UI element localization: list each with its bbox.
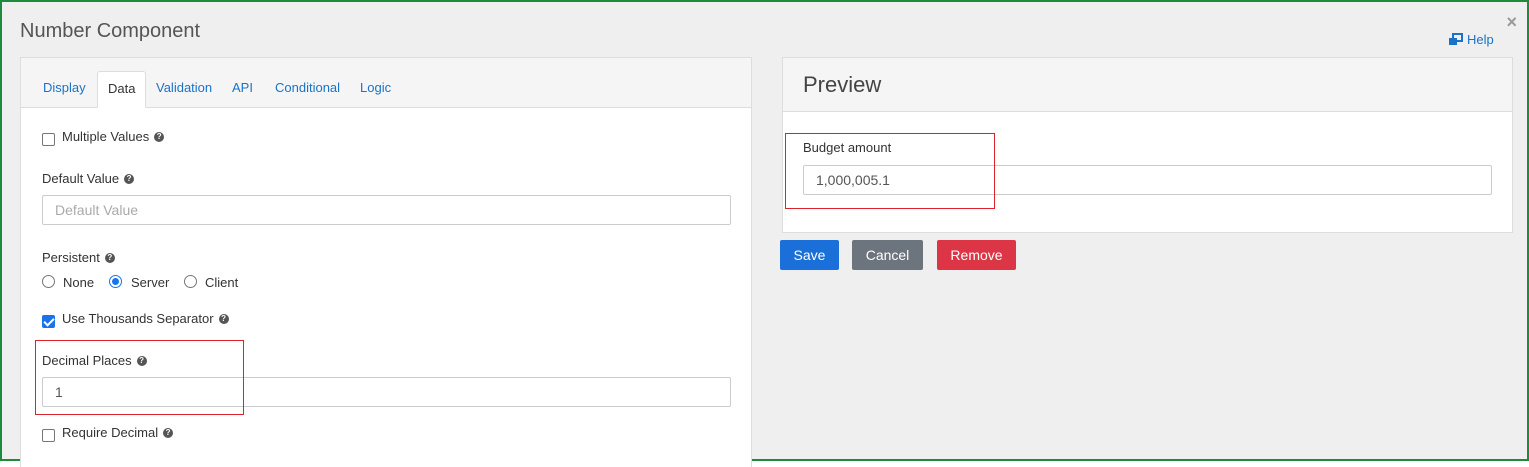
help-link[interactable]: Help [1448,32,1494,47]
persistent-none-label: None [63,275,95,290]
default-value-label: Default Value ? [42,171,135,186]
persistent-label: Persistent ? [42,250,115,265]
require-decimal-checkbox[interactable] [42,429,55,442]
persistent-client-radio[interactable] [184,275,197,288]
question-circle-icon: ? [218,313,229,324]
modal-frame: Number Component × Help Display Data Val… [0,0,1529,467]
tab-api[interactable]: API [222,71,263,108]
thousands-separator-label: Use Thousands Separator ? [62,311,229,326]
persistent-client-label: Client [205,275,239,290]
settings-panel: Display Data Validation API Conditional … [20,57,752,467]
budget-amount-highlight [785,133,995,209]
close-icon[interactable]: × [1506,12,1517,33]
preview-header: Preview [783,58,1512,112]
question-circle-icon: ? [124,173,135,184]
question-circle-icon: ? [163,427,174,438]
persistent-server-label: Server [131,275,170,290]
multiple-values-checkbox[interactable] [42,133,55,146]
require-decimal-label: Require Decimal ? [62,425,174,440]
remove-button[interactable]: Remove [937,240,1016,270]
persistent-none-radio[interactable] [42,275,55,288]
preview-panel: Preview Budget amount [782,57,1513,233]
multiple-values-label: Multiple Values ? [62,129,165,144]
modal-title: Number Component [20,20,201,42]
cancel-button[interactable]: Cancel [852,240,923,270]
tab-conditional[interactable]: Conditional [265,71,350,108]
preview-title: Preview [803,72,882,97]
tab-bar: Display Data Validation API Conditional … [21,58,751,108]
default-value-input[interactable] [42,195,731,225]
tab-validation[interactable]: Validation [146,71,222,108]
persistent-server-radio[interactable] [109,275,122,288]
decimal-places-highlight [35,340,244,415]
external-window-icon [1449,33,1463,45]
thousands-separator-checkbox[interactable] [42,315,55,328]
tab-logic[interactable]: Logic [350,71,401,108]
tab-display[interactable]: Display [33,71,96,108]
tab-data[interactable]: Data [97,71,147,108]
question-circle-icon: ? [154,131,165,142]
save-button[interactable]: Save [780,240,839,270]
help-label: Help [1467,32,1494,47]
question-circle-icon: ? [104,252,115,263]
